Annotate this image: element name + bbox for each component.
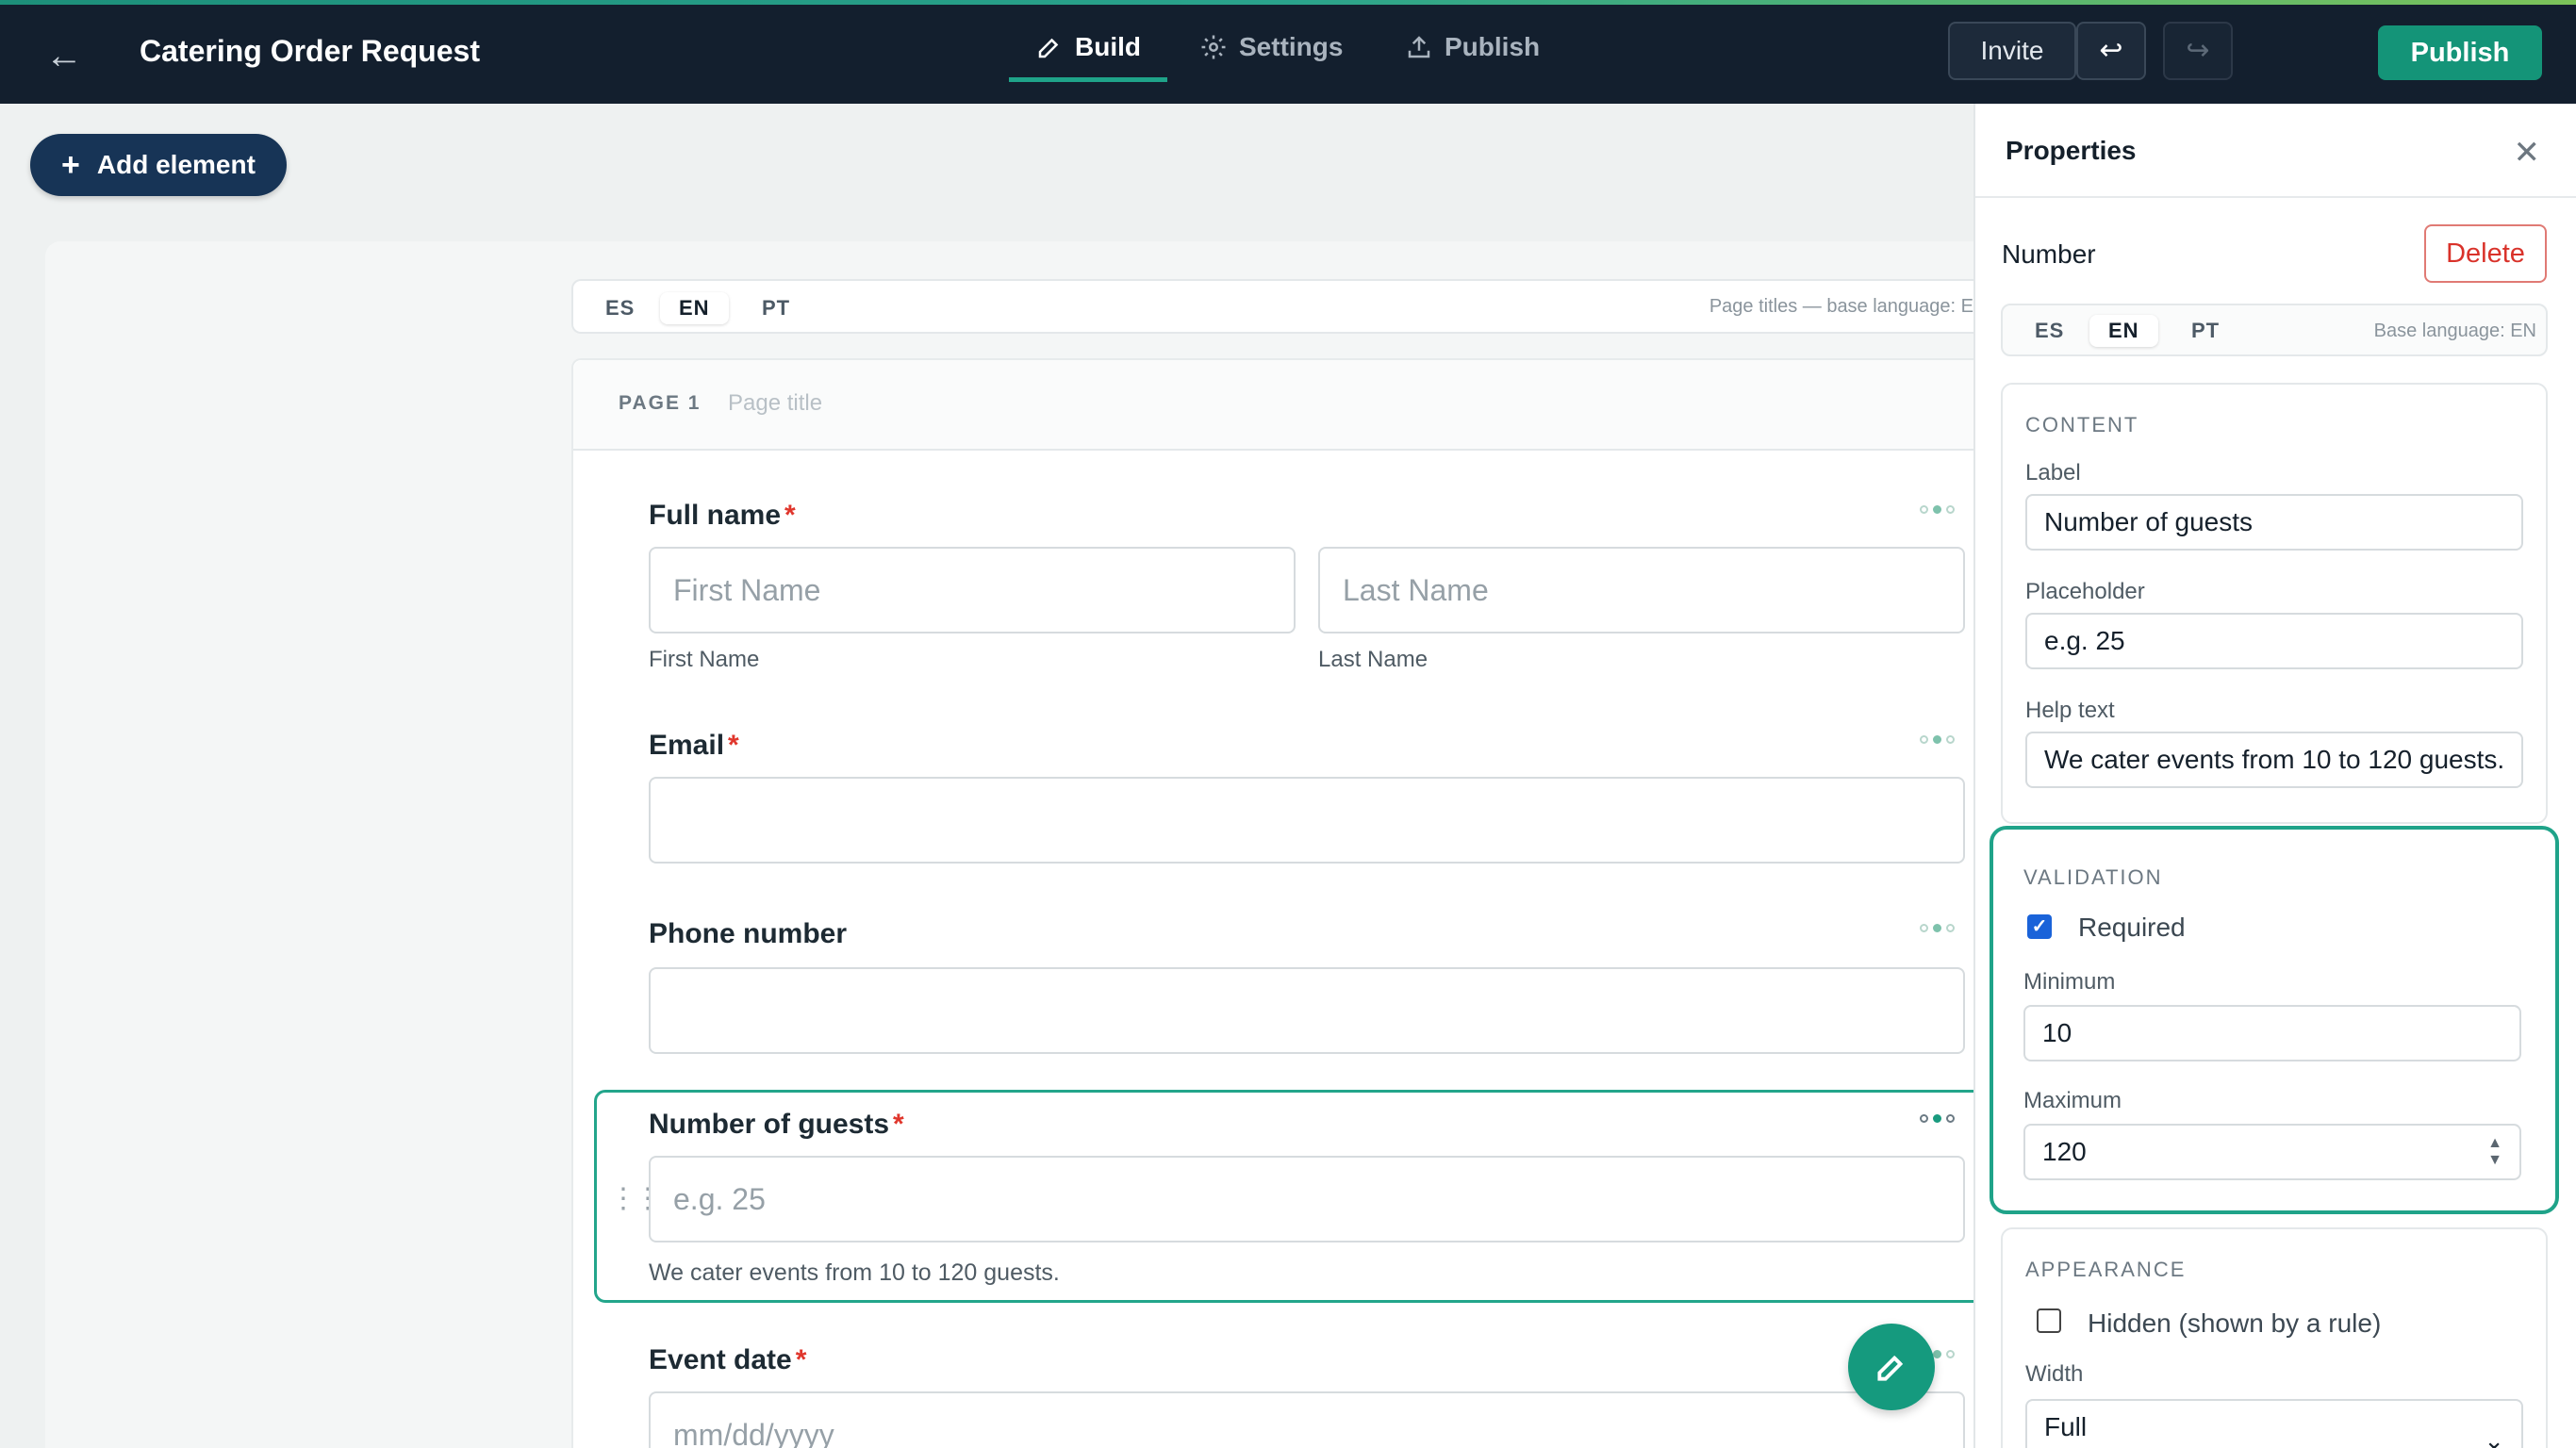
lang-tab-pt[interactable]: PT: [743, 292, 809, 324]
tab-settings[interactable]: Settings: [1199, 32, 1343, 62]
pencil-icon: [1038, 38, 1059, 58]
width-select[interactable]: Full ⌄: [2025, 1399, 2523, 1448]
number-spinner-icon[interactable]: ▲ ▼: [2485, 1135, 2504, 1169]
width-select-value: Full: [2044, 1412, 2088, 1441]
maximum-input[interactable]: 120 ▲ ▼: [2023, 1124, 2521, 1180]
properties-language-bar: ES EN PT Base language: EN: [2001, 304, 2548, 356]
form-title: Catering Order Request: [140, 34, 480, 68]
element-type-label: Number: [2002, 239, 2096, 269]
first-name-input[interactable]: First Name: [649, 547, 1296, 634]
appearance-group: APPEARANCE Hidden (shown by a rule) Widt…: [2001, 1227, 2548, 1448]
invite-button[interactable]: Invite: [1948, 22, 2076, 80]
tab-publish-label: Publish: [1445, 32, 1541, 61]
field-options-icon[interactable]: [1920, 1114, 1955, 1123]
phone-label: Phone number: [649, 918, 848, 949]
phone-input[interactable]: [649, 967, 1965, 1054]
close-icon[interactable]: ✕: [2514, 134, 2541, 172]
edit-fab-button[interactable]: [1848, 1324, 1935, 1410]
tab-build-label: Build: [1075, 32, 1141, 61]
page-number-label: PAGE 1: [619, 392, 702, 414]
publish-button[interactable]: Publish: [2378, 25, 2542, 80]
required-mark: *: [795, 1344, 807, 1375]
validation-group: VALIDATION ✓ Required Minimum 10 Maximum…: [1990, 826, 2559, 1214]
guests-label-text: Number of guests: [649, 1109, 890, 1140]
lang-tab-en[interactable]: EN: [2089, 315, 2158, 347]
email-label-text: Email: [649, 730, 725, 761]
full-name-label: Full name *: [649, 500, 796, 532]
help-text-input[interactable]: We cater events from 10 to 120 guests.: [2025, 732, 2523, 788]
placeholder-input[interactable]: e.g. 25: [2025, 613, 2523, 669]
placeholder-field-label: Placeholder: [2025, 579, 2145, 604]
delete-button[interactable]: Delete: [2424, 224, 2547, 283]
last-name-sublabel: Last Name: [1318, 647, 1428, 672]
arrow-left-icon[interactable]: ←: [45, 36, 85, 75]
pencil-icon: [1877, 1355, 1904, 1381]
properties-title: Properties: [2006, 136, 2137, 165]
lang-tab-es[interactable]: ES: [586, 292, 653, 324]
language-note: Page titles — base language: E: [1709, 296, 1973, 317]
lang-tab-en[interactable]: EN: [660, 292, 729, 324]
required-checkbox[interactable]: ✓: [2027, 914, 2052, 939]
lang-tab-pt[interactable]: PT: [2172, 315, 2238, 347]
minimum-label: Minimum: [2023, 969, 2116, 995]
accent-stripe: [0, 0, 2576, 5]
required-mark: *: [728, 730, 739, 761]
guests-help-text: We cater events from 10 to 120 guests.: [649, 1259, 1060, 1286]
maximum-label: Maximum: [2023, 1088, 2122, 1113]
tab-publish[interactable]: Publish: [1405, 32, 1540, 62]
width-label: Width: [2025, 1361, 2084, 1387]
email-input[interactable]: [649, 777, 1965, 864]
page-header: PAGE 1 Page title: [573, 360, 1973, 451]
top-bar: ← Catering Order Request Build Settings …: [0, 0, 2576, 104]
required-mark: *: [893, 1109, 904, 1140]
redo-icon[interactable]: ↪: [2163, 22, 2233, 80]
active-tab-indicator: [1009, 77, 1167, 82]
gear-icon: [1201, 35, 1226, 59]
appearance-section-title: APPEARANCE: [2025, 1258, 2187, 1281]
add-element-label: Add element: [96, 150, 256, 179]
help-text-field-label: Help text: [2025, 698, 2115, 723]
field-options-icon[interactable]: [1920, 505, 1955, 514]
upload-icon: [1408, 36, 1430, 58]
first-name-sublabel: First Name: [649, 647, 760, 672]
required-checkbox-label: Required: [2078, 913, 2186, 942]
required-mark: *: [784, 500, 796, 531]
tab-settings-label: Settings: [1239, 32, 1344, 61]
full-name-label-text: Full name: [649, 500, 782, 531]
validation-section-title: VALIDATION: [2023, 865, 2163, 889]
chevron-down-icon: ⌄: [2484, 1426, 2504, 1448]
hidden-checkbox[interactable]: [2037, 1308, 2061, 1333]
field-options-icon[interactable]: [1920, 924, 1955, 932]
tab-build[interactable]: Build: [1035, 32, 1141, 62]
content-section-title: CONTENT: [2025, 413, 2139, 436]
properties-header: Properties ✕: [1975, 104, 2576, 198]
hidden-checkbox-label: Hidden (shown by a rule): [2088, 1308, 2382, 1338]
event-date-input[interactable]: mm/dd/yyyy: [649, 1391, 1965, 1448]
label-input[interactable]: Number of guests: [2025, 494, 2523, 551]
guests-input[interactable]: e.g. 25: [649, 1156, 1965, 1242]
minimum-input[interactable]: 10: [2023, 1005, 2521, 1061]
event-date-label-text: Event date: [649, 1344, 792, 1375]
add-element-button[interactable]: + Add element: [30, 134, 287, 196]
field-options-icon[interactable]: [1920, 735, 1955, 744]
plus-icon: +: [61, 146, 80, 183]
last-name-input[interactable]: Last Name: [1318, 547, 1965, 634]
base-language-note: Base language: EN: [2373, 321, 2536, 341]
event-date-label: Event date *: [649, 1344, 806, 1376]
label-field-label: Label: [2025, 460, 2081, 485]
maximum-value: 120: [2042, 1137, 2087, 1166]
guests-label: Number of guests *: [649, 1109, 904, 1141]
email-label: Email *: [649, 730, 739, 762]
content-group: CONTENT Label Number of guests Placehold…: [2001, 383, 2548, 824]
lang-tab-es[interactable]: ES: [2016, 315, 2083, 347]
page-language-bar: ES EN PT Page titles — base language: E: [571, 279, 1973, 334]
undo-icon[interactable]: ↩: [2076, 22, 2146, 80]
page-title-input[interactable]: Page title: [728, 390, 822, 417]
